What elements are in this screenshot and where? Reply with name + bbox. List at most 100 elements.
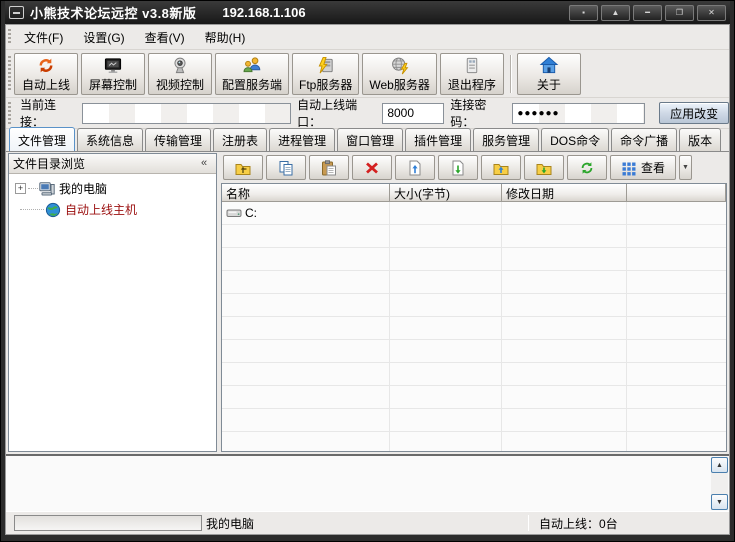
current-connection-input[interactable] — [82, 103, 291, 124]
title-bar: 小熊技术论坛远控 v3.8新版 192.168.1.106 ▪ ▲ ━ ❐ ✕ — [5, 1, 730, 24]
file-row-c-drive[interactable]: C: — [222, 202, 726, 225]
sidebar-collapse-button[interactable]: « — [195, 156, 213, 172]
tab-file-management[interactable]: 文件管理 — [9, 127, 75, 151]
ftp-server-icon — [316, 56, 336, 75]
close-button[interactable]: ✕ — [697, 5, 726, 21]
tab-command-broadcast[interactable]: 命令广播 — [611, 128, 677, 151]
copy-button[interactable] — [266, 155, 306, 180]
scroll-up-button[interactable]: ▲ — [711, 457, 728, 473]
download-file-button[interactable] — [438, 155, 478, 180]
exit-program-label: 退出程序 — [448, 76, 496, 93]
empty-row — [222, 386, 726, 409]
tab-process-management[interactable]: 进程管理 — [269, 128, 335, 151]
video-control-button[interactable]: 视频控制 — [148, 53, 212, 95]
connection-grip-handle[interactable] — [8, 102, 11, 124]
configure-server-button[interactable]: 配置服务端 — [215, 53, 289, 95]
refresh-button[interactable] — [567, 155, 607, 180]
column-header-size[interactable]: 大小(字节) — [390, 184, 502, 202]
window-title: 小熊技术论坛远控 v3.8新版 — [30, 3, 196, 22]
download-folder-button[interactable] — [524, 155, 564, 180]
upload-folder-button[interactable] — [481, 155, 521, 180]
up-directory-button[interactable] — [223, 155, 263, 180]
pin-button[interactable]: ▪ — [569, 5, 598, 21]
screen-control-label: 屏幕控制 — [89, 76, 137, 93]
paste-icon — [321, 160, 337, 176]
expand-icon[interactable]: + — [15, 183, 26, 194]
menu-view[interactable]: 查看(V) — [135, 26, 195, 49]
file-size-cell — [390, 202, 502, 224]
tab-window-management[interactable]: 窗口管理 — [337, 128, 403, 151]
exit-program-button[interactable]: 退出程序 — [440, 53, 504, 95]
rollup-button[interactable]: ▲ — [601, 5, 630, 21]
refresh-icon — [579, 160, 595, 176]
ftp-server-button[interactable]: Ftp服务器 — [292, 53, 359, 95]
minimize-button[interactable]: ━ — [633, 5, 662, 21]
drive-icon — [226, 205, 242, 221]
paste-button[interactable] — [309, 155, 349, 180]
empty-row — [222, 363, 726, 386]
connect-password-input[interactable] — [512, 103, 645, 124]
view-button-label: 查看 — [641, 159, 665, 176]
column-header-name[interactable]: 名称 — [222, 184, 390, 202]
file-list-panel: 名称 大小(字节) 修改日期 — [221, 183, 727, 452]
globe-icon — [45, 202, 61, 218]
tab-version[interactable]: 版本 — [679, 128, 721, 151]
current-connection-label: 当前连接： — [20, 96, 78, 130]
view-grid-icon — [621, 160, 637, 176]
tab-plugin-management[interactable]: 插件管理 — [405, 128, 471, 151]
menu-settings[interactable]: 设置(G) — [73, 26, 134, 49]
menu-help[interactable]: 帮助(H) — [195, 26, 256, 49]
tree-item-my-computer[interactable]: + 我的电脑 — [11, 178, 214, 199]
my-computer-icon — [39, 181, 55, 197]
view-button[interactable]: 查看 — [610, 155, 676, 180]
tab-dos-command[interactable]: DOS命令 — [541, 128, 609, 151]
tab-registry[interactable]: 注册表 — [213, 128, 267, 151]
menu-file[interactable]: 文件(F) — [14, 26, 73, 49]
download-folder-icon — [536, 160, 552, 176]
web-server-button[interactable]: Web服务器 — [362, 53, 436, 95]
auto-online-button[interactable]: 自动上线 — [14, 53, 78, 95]
tree-connector — [20, 209, 44, 210]
status-location: 我的电脑 — [202, 515, 528, 532]
maximize-button[interactable]: ❐ — [665, 5, 694, 21]
auto-online-port-input[interactable] — [382, 103, 444, 124]
tab-service-management[interactable]: 服务管理 — [473, 128, 539, 151]
apply-changes-button[interactable]: 应用改变 — [659, 102, 729, 124]
file-modified-cell — [502, 202, 627, 224]
sidebar-title: 文件目录浏览 — [13, 155, 85, 172]
auto-online-label: 自动上线 — [22, 76, 70, 93]
tree-connector — [28, 188, 38, 189]
empty-row — [222, 225, 726, 248]
main-toolbar: 自动上线 屏幕控制 视频控制 — [6, 50, 729, 98]
delete-icon — [364, 160, 380, 176]
about-button[interactable]: 关于 — [517, 53, 581, 95]
connection-bar: 当前连接： 自动上线端口： 连接密码： 应用改变 — [6, 98, 729, 129]
delete-button[interactable] — [352, 155, 392, 180]
column-header-modified[interactable]: 修改日期 — [502, 184, 627, 202]
connect-password-label: 连接密码： — [450, 96, 508, 130]
tree-item-auto-online-hosts[interactable]: 自动上线主机 — [11, 199, 214, 220]
file-panel: 查看 ▼ 名称 大小(字节) 修改日期 — [221, 153, 727, 452]
client-area: 文件(F) 设置(G) 查看(V) 帮助(H) 自动上线 — [5, 24, 730, 535]
tab-system-info[interactable]: 系统信息 — [77, 128, 143, 151]
file-name-cell: C: — [222, 202, 390, 224]
tab-transfer-management[interactable]: 传输管理 — [145, 128, 211, 151]
toolbar-separator — [510, 55, 512, 93]
upload-file-button[interactable] — [395, 155, 435, 180]
up-directory-icon — [235, 160, 251, 176]
online-hosts-list: ▲ ▼ — [6, 454, 729, 511]
column-header-extra[interactable] — [627, 184, 726, 202]
menu-grip-handle[interactable] — [8, 29, 11, 45]
scroll-down-button[interactable]: ▼ — [711, 494, 728, 510]
upload-folder-icon — [493, 160, 509, 176]
view-dropdown-button[interactable]: ▼ — [679, 155, 692, 180]
file-toolbar: 查看 ▼ — [221, 153, 727, 183]
vertical-scrollbar[interactable]: ▲ ▼ — [711, 457, 728, 510]
file-list: C: — [222, 202, 726, 451]
screen-control-button[interactable]: 屏幕控制 — [81, 53, 145, 95]
progress-bar — [14, 515, 202, 531]
toolbar-grip-handle[interactable] — [8, 56, 11, 91]
empty-row — [222, 317, 726, 340]
window-controls: ▪ ▲ ━ ❐ ✕ — [569, 5, 728, 21]
copy-icon — [278, 160, 294, 176]
